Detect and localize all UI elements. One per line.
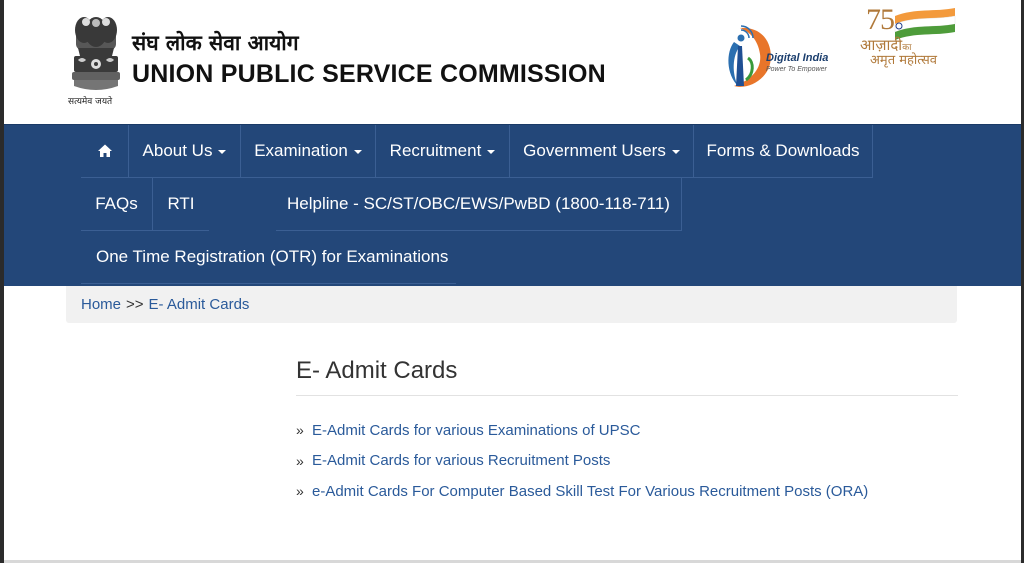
caret-down-icon [487,150,496,154]
azadi-line-2: अमृत महोत्सव [870,53,938,68]
nav-recruitment[interactable]: Recruitment [376,125,510,178]
bullet-icon: » [296,422,304,439]
link-admit-cards-recruitment[interactable]: E-Admit Cards for various Recruitment Po… [312,452,610,469]
home-icon [97,144,112,157]
digital-india-tagline: Power To Empower [766,66,827,73]
nav-recruitment-label: Recruitment [389,141,482,160]
nav-forms-downloads-label: Forms & Downloads [706,141,860,160]
nav-government-users-label: Government Users [523,141,666,160]
nav-home[interactable] [81,125,129,178]
nav-otr[interactable]: One Time Registration (OTR) for Examinat… [81,231,456,284]
list-item: » E-Admit Cards for various Recruitment … [296,446,958,477]
breadcrumb-home-link[interactable]: Home [81,296,121,313]
nav-faqs[interactable]: FAQs [81,178,153,231]
link-admit-cards-examinations[interactable]: E-Admit Cards for various Examinations o… [312,422,640,439]
admit-card-links: » E-Admit Cards for various Examinations… [296,415,958,507]
page-title: E- Admit Cards [296,345,958,396]
main-content: E- Admit Cards » E-Admit Cards for vario… [296,345,958,507]
list-item: » E-Admit Cards for various Examinations… [296,415,958,446]
emblem-motto: सत्यमेव जयते [68,97,113,107]
nav-forms-downloads[interactable]: Forms & Downloads [694,125,873,178]
breadcrumb: Home >> E- Admit Cards [66,286,957,323]
caret-down-icon [353,150,362,154]
azadi-75-number: 75 [866,3,895,36]
caret-down-icon [671,150,680,154]
list-item: » e-Admit Cards For Computer Based Skill… [296,476,958,507]
nav-faqs-label: FAQs [95,194,138,213]
nav-about-us-label: About Us [142,141,213,160]
nav-about-us[interactable]: About Us [129,125,241,178]
nav-examination[interactable]: Examination [241,125,376,178]
digital-india-name: Digital India [766,52,829,64]
site-title-english: UNION PUBLIC SERVICE COMMISSION [132,60,606,88]
nav-rti[interactable]: RTI [153,178,209,231]
bullet-icon: » [296,483,304,500]
nav-rti-label: RTI [167,194,195,213]
nav-helpline[interactable]: Helpline - SC/ST/OBC/EWS/PwBD (1800-118-… [276,178,682,231]
nav-examination-label: Examination [254,141,348,160]
caret-down-icon [218,150,227,154]
national-emblem-icon[interactable] [64,8,128,108]
nav-helpline-label: Helpline - SC/ST/OBC/EWS/PwBD (1800-118-… [287,194,670,213]
breadcrumb-current-link[interactable]: E- Admit Cards [149,296,250,313]
breadcrumb-separator: >> [126,296,144,313]
nav-otr-label: One Time Registration (OTR) for Examinat… [96,247,449,266]
nav-government-users[interactable]: Government Users [510,125,694,178]
bullet-icon: » [296,452,304,469]
site-title-hindi: संघ लोक सेवा आयोग [132,31,299,55]
link-admit-cards-skill-test[interactable]: e-Admit Cards For Computer Based Skill T… [312,483,868,500]
